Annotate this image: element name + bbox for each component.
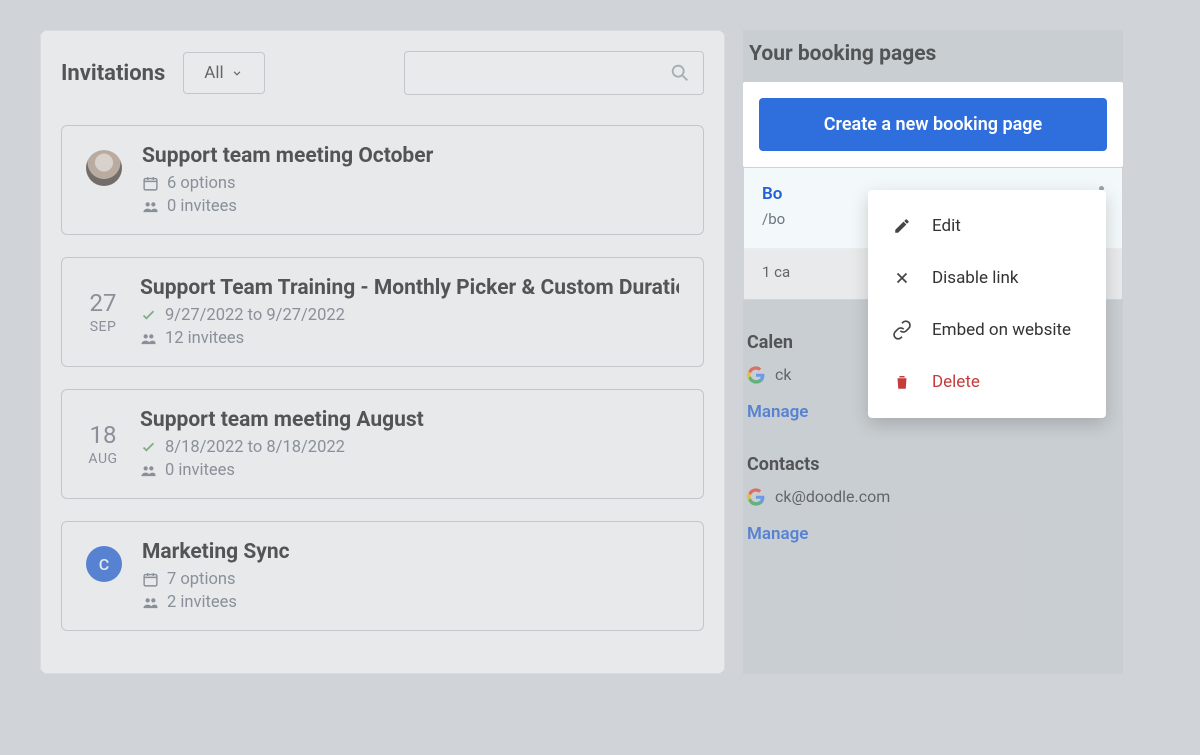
menu-label: Embed on website [932, 320, 1071, 340]
contact-account-email: ck@doodle.com [775, 487, 890, 506]
organizer-avatar [86, 150, 122, 186]
invitation-title: Support team meeting October [142, 144, 679, 168]
invitees-text: 0 invitees [165, 461, 235, 480]
contacts-heading: Contacts [747, 454, 1123, 475]
invitees-text: 12 invitees [165, 329, 244, 348]
create-booking-page-button[interactable]: Create a new booking page [759, 98, 1107, 151]
search-icon [669, 62, 691, 84]
date-day: 27 [90, 289, 117, 317]
booking-pages-heading: Your booking pages [749, 42, 1123, 66]
google-icon [747, 488, 765, 506]
invitees-icon [142, 198, 159, 215]
options-text: 7 options [167, 570, 236, 589]
menu-item-delete[interactable]: Delete [868, 356, 1106, 408]
invitations-panel: Invitations All Support team meeting Oct… [40, 30, 725, 674]
pencil-icon [892, 217, 912, 235]
invitation-date: 18 AUG [86, 408, 120, 480]
invitation-body: Marketing Sync 7 options 2 invitees [142, 540, 679, 612]
date-day: 18 [90, 421, 117, 449]
chevron-down-icon [230, 66, 244, 80]
invitation-card[interactable]: 18 AUG Support team meeting August 8/18/… [61, 389, 704, 499]
search-field[interactable] [404, 51, 704, 95]
filter-all-dropdown[interactable]: All [183, 52, 264, 94]
manage-contacts-link[interactable]: Manage [747, 524, 808, 544]
filter-label: All [204, 63, 223, 83]
menu-item-embed[interactable]: Embed on website [868, 304, 1106, 356]
cta-wrap: Create a new booking page [743, 82, 1123, 167]
calendar-icon [142, 571, 159, 588]
date-month: SEP [90, 319, 117, 335]
menu-item-edit[interactable]: Edit [868, 200, 1106, 252]
invitation-title: Marketing Sync [142, 540, 679, 564]
invitees-text: 2 invitees [167, 593, 237, 612]
check-icon [140, 307, 157, 324]
close-icon [892, 269, 912, 287]
link-icon [892, 320, 912, 340]
trash-icon [892, 373, 912, 391]
invitation-card[interactable]: 27 SEP Support Team Training - Monthly P… [61, 257, 704, 367]
calendar-account-email: ck [775, 365, 791, 384]
invitees-icon [140, 330, 157, 347]
date-range-text: 8/18/2022 to 8/18/2022 [165, 438, 345, 457]
invitation-body: Support team meeting August 8/18/2022 to… [140, 408, 679, 480]
invitation-title: Support Team Training - Monthly Picker &… [140, 276, 679, 300]
menu-label: Edit [932, 216, 961, 236]
invitation-card[interactable]: Support team meeting October 6 options 0… [61, 125, 704, 235]
calendar-icon [142, 175, 159, 192]
invitations-title: Invitations [61, 61, 165, 86]
contact-account-row: ck@doodle.com [743, 485, 1123, 508]
menu-label: Delete [932, 372, 980, 392]
check-icon [140, 439, 157, 456]
booking-page-context-menu: Edit Disable link Embed on website Delet… [868, 190, 1106, 418]
options-text: 6 options [167, 174, 236, 193]
menu-item-disable-link[interactable]: Disable link [868, 252, 1106, 304]
menu-label: Disable link [932, 268, 1019, 288]
search-input[interactable] [417, 64, 669, 83]
invitation-body: Support Team Training - Monthly Picker &… [140, 276, 679, 348]
invitees-icon [140, 462, 157, 479]
organizer-avatar-letter: C [86, 546, 122, 582]
invitations-header: Invitations All [61, 51, 704, 95]
invitation-body: Support team meeting October 6 options 0… [142, 144, 679, 216]
invitation-title: Support team meeting August [140, 408, 679, 432]
date-month: AUG [88, 451, 117, 467]
date-range-text: 9/27/2022 to 9/27/2022 [165, 306, 345, 325]
invitation-date: 27 SEP [86, 276, 120, 348]
google-icon [747, 366, 765, 384]
invitees-icon [142, 594, 159, 611]
invitation-card[interactable]: C Marketing Sync 7 options 2 invitees [61, 521, 704, 631]
invitees-text: 0 invitees [167, 197, 237, 216]
manage-calendars-link[interactable]: Manage [747, 402, 808, 422]
